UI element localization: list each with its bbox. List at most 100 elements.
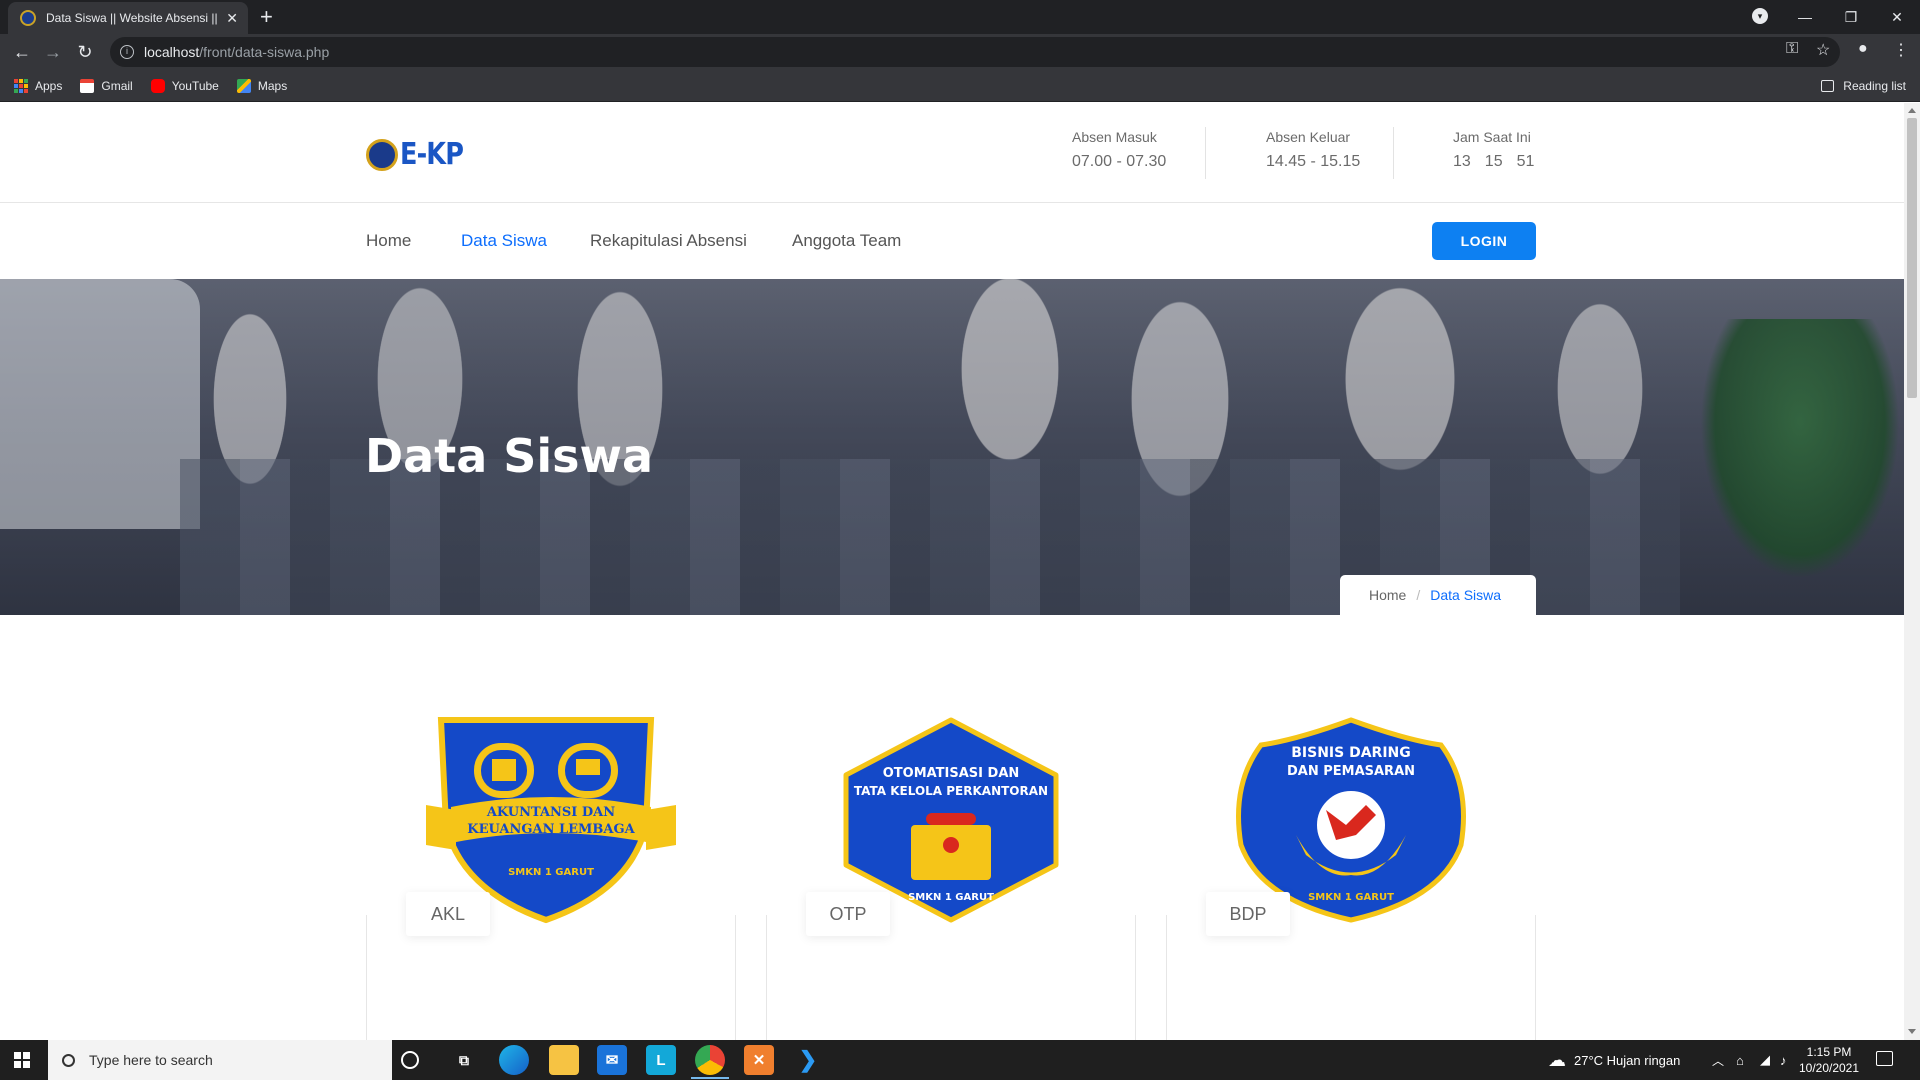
reading-list[interactable]: Reading list xyxy=(1821,79,1906,93)
bookmark-label: YouTube xyxy=(171,78,219,93)
youtube-icon xyxy=(150,78,165,93)
chrome-icon[interactable] xyxy=(691,1045,729,1079)
scrollbar-thumb[interactable] xyxy=(1907,118,1917,398)
current-time-clock: 13 15 51 xyxy=(1453,153,1548,171)
new-tab-icon[interactable]: + xyxy=(260,4,273,30)
absen-keluar-value: 14.45 - 15.15 xyxy=(1266,153,1361,170)
bookmark-maps[interactable]: Maps xyxy=(236,78,288,93)
file-explorer-icon[interactable] xyxy=(549,1045,579,1075)
bdp-badge-line1: BISNIS DARING xyxy=(1291,745,1411,761)
school-seal-icon xyxy=(366,138,398,171)
bookmark-gmail[interactable]: Gmail xyxy=(80,78,133,93)
mail-icon[interactable]: ✉ xyxy=(597,1045,627,1075)
current-time-label: Jam Saat Ini xyxy=(1453,129,1531,145)
scroll-up-icon[interactable] xyxy=(1908,108,1916,113)
forward-icon[interactable]: → xyxy=(41,40,65,64)
cortana-icon[interactable] xyxy=(401,1051,419,1069)
jurusan-card-bdp[interactable]: BISNIS DARING DAN PEMASARAN SMKN 1 GARUT… xyxy=(1166,615,1536,1040)
otp-badge-line2: TATA KELOLA PERKANTORAN xyxy=(854,784,1048,798)
absen-masuk-value: 07.00 - 07.30 xyxy=(1072,153,1167,170)
close-tab-icon[interactable]: ✕ xyxy=(226,10,238,27)
page-title: Data Siswa xyxy=(365,429,654,483)
jurusan-code: AKL xyxy=(406,892,490,936)
akl-badge-line2: KEUANGAN LEMBAGA xyxy=(467,822,635,837)
bookmark-star-icon[interactable]: ☆ xyxy=(1816,40,1830,60)
nav-rekapitulasi-absensi[interactable]: Rekapitulasi Absensi xyxy=(590,231,747,251)
main-navbar: Home Data Siswa Rekapitulasi Absensi Ang… xyxy=(0,203,1904,279)
akl-badge-line1: AKUNTANSI DAN xyxy=(486,805,615,820)
site-header: E-KP Absen Masuk 07.00 - 07.30 Absen Kel… xyxy=(0,103,1904,203)
notifications-icon[interactable] xyxy=(1876,1051,1893,1066)
jurusan-card-akl[interactable]: AKUNTANSI DAN KEUANGAN LEMBAGA SMKN 1 GA… xyxy=(366,615,736,1040)
edge-icon[interactable] xyxy=(499,1045,529,1075)
otp-badge-footer: SMKN 1 GARUT xyxy=(908,892,994,903)
windows-taskbar: Type here to search ⧉ ✉ L ✕ ❯ ☁ 27°C Huj… xyxy=(0,1040,1920,1080)
bookmark-label: Gmail xyxy=(101,78,133,93)
login-button[interactable]: LOGIN xyxy=(1432,222,1536,260)
browser-tab[interactable]: Data Siswa || Website Absensi || S ✕ xyxy=(8,2,248,34)
minimize-icon[interactable]: — xyxy=(1782,0,1828,34)
task-view-icon[interactable]: ⧉ xyxy=(449,1045,479,1075)
bookmarks-bar: Apps Gmail YouTube Maps Reading list xyxy=(0,70,1920,102)
page-viewport: E-KP Absen Masuk 07.00 - 07.30 Absen Kel… xyxy=(0,103,1904,1040)
xampp-icon[interactable]: ✕ xyxy=(744,1045,774,1075)
menu-kebab-icon[interactable]: ⋮ xyxy=(1893,40,1909,60)
nav-anggota-team[interactable]: Anggota Team xyxy=(792,231,901,251)
site-logo[interactable]: E-KP xyxy=(366,137,474,172)
clock-minute: 15 xyxy=(1484,153,1503,170)
taskbar-time: 1:15 PM xyxy=(1806,1045,1852,1059)
absen-masuk-label: Absen Masuk xyxy=(1072,129,1157,145)
scroll-down-icon[interactable] xyxy=(1908,1029,1916,1034)
bookmark-youtube[interactable]: YouTube xyxy=(150,78,219,93)
nav-home[interactable]: Home xyxy=(366,231,411,251)
reload-icon[interactable]: ↻ xyxy=(73,40,97,64)
tray-chevron-icon[interactable]: ︿ xyxy=(1712,1040,1724,1080)
bookmark-apps[interactable]: Apps xyxy=(14,78,63,93)
tab-search-icon[interactable]: ▾ xyxy=(1752,8,1768,24)
site-favicon-icon xyxy=(20,10,36,26)
restore-icon[interactable]: ❐ xyxy=(1828,0,1874,34)
current-time-info: Jam Saat Ini 13 15 51 xyxy=(1453,129,1548,179)
volume-icon[interactable]: ♪ xyxy=(1780,1040,1787,1080)
browser-tab-bar: Data Siswa || Website Absensi || S ✕ + ▾… xyxy=(0,0,1920,34)
cloud-rain-icon: ☁ xyxy=(1548,1049,1566,1070)
site-info-icon[interactable]: i xyxy=(120,45,134,59)
page-scrollbar[interactable] xyxy=(1904,103,1920,1040)
apps-grid-icon xyxy=(14,78,28,93)
reading-list-label: Reading list xyxy=(1843,79,1906,93)
search-icon xyxy=(62,1053,75,1067)
header-divider xyxy=(1205,127,1206,179)
jurusan-card-otp[interactable]: OTOMATISASI DAN TATA KELOLA PERKANTORAN … xyxy=(766,615,1136,1040)
absen-masuk-info: Absen Masuk 07.00 - 07.30 xyxy=(1072,129,1166,179)
back-icon[interactable]: ← xyxy=(10,40,34,64)
weather-widget[interactable]: ☁ 27°C Hujan ringan xyxy=(1548,1040,1680,1080)
hero-banner: Data Siswa Home / Data Siswa xyxy=(0,279,1904,615)
taskbar-clock[interactable]: 1:15 PM 10/20/2021 xyxy=(1794,1044,1864,1076)
bookmark-label: Maps xyxy=(257,78,288,93)
hero-background-photo xyxy=(1700,319,1900,579)
nav-data-siswa[interactable]: Data Siswa xyxy=(461,231,547,251)
url-path: /front/data-siswa.php xyxy=(199,44,330,60)
gmail-icon xyxy=(80,78,95,93)
key-icon[interactable]: ⚿ xyxy=(1786,40,1798,58)
windows-start-icon[interactable] xyxy=(14,1052,30,1068)
profile-icon[interactable]: ● xyxy=(1858,40,1868,58)
vscode-icon[interactable]: ❯ xyxy=(793,1045,823,1075)
browser-toolbar: ← → ↻ i localhost/front/data-siswa.php ⚿… xyxy=(0,34,1920,70)
breadcrumb-home[interactable]: Home xyxy=(1369,587,1406,603)
onedrive-icon[interactable]: ⌂ xyxy=(1736,1040,1744,1080)
absen-keluar-label: Absen Keluar xyxy=(1266,129,1351,145)
otp-badge-line1: OTOMATISASI DAN xyxy=(883,766,1020,781)
close-window-icon[interactable]: ✕ xyxy=(1874,0,1920,34)
l-app-icon[interactable]: L xyxy=(646,1045,676,1075)
jurusan-cards: AKUNTANSI DAN KEUANGAN LEMBAGA SMKN 1 GA… xyxy=(0,615,1904,1040)
akl-badge-footer: SMKN 1 GARUT xyxy=(508,867,594,878)
bookmark-label: Apps xyxy=(35,78,63,93)
tab-title: Data Siswa || Website Absensi || S xyxy=(46,11,221,25)
taskbar-search[interactable]: Type here to search xyxy=(48,1040,392,1080)
taskbar-date: 10/20/2021 xyxy=(1798,1061,1860,1075)
address-bar[interactable]: i localhost/front/data-siswa.php xyxy=(110,37,1840,67)
network-icon[interactable]: ◢ xyxy=(1760,1040,1770,1080)
logo-text: E-KP xyxy=(400,137,464,172)
url-host: localhost xyxy=(144,44,200,60)
